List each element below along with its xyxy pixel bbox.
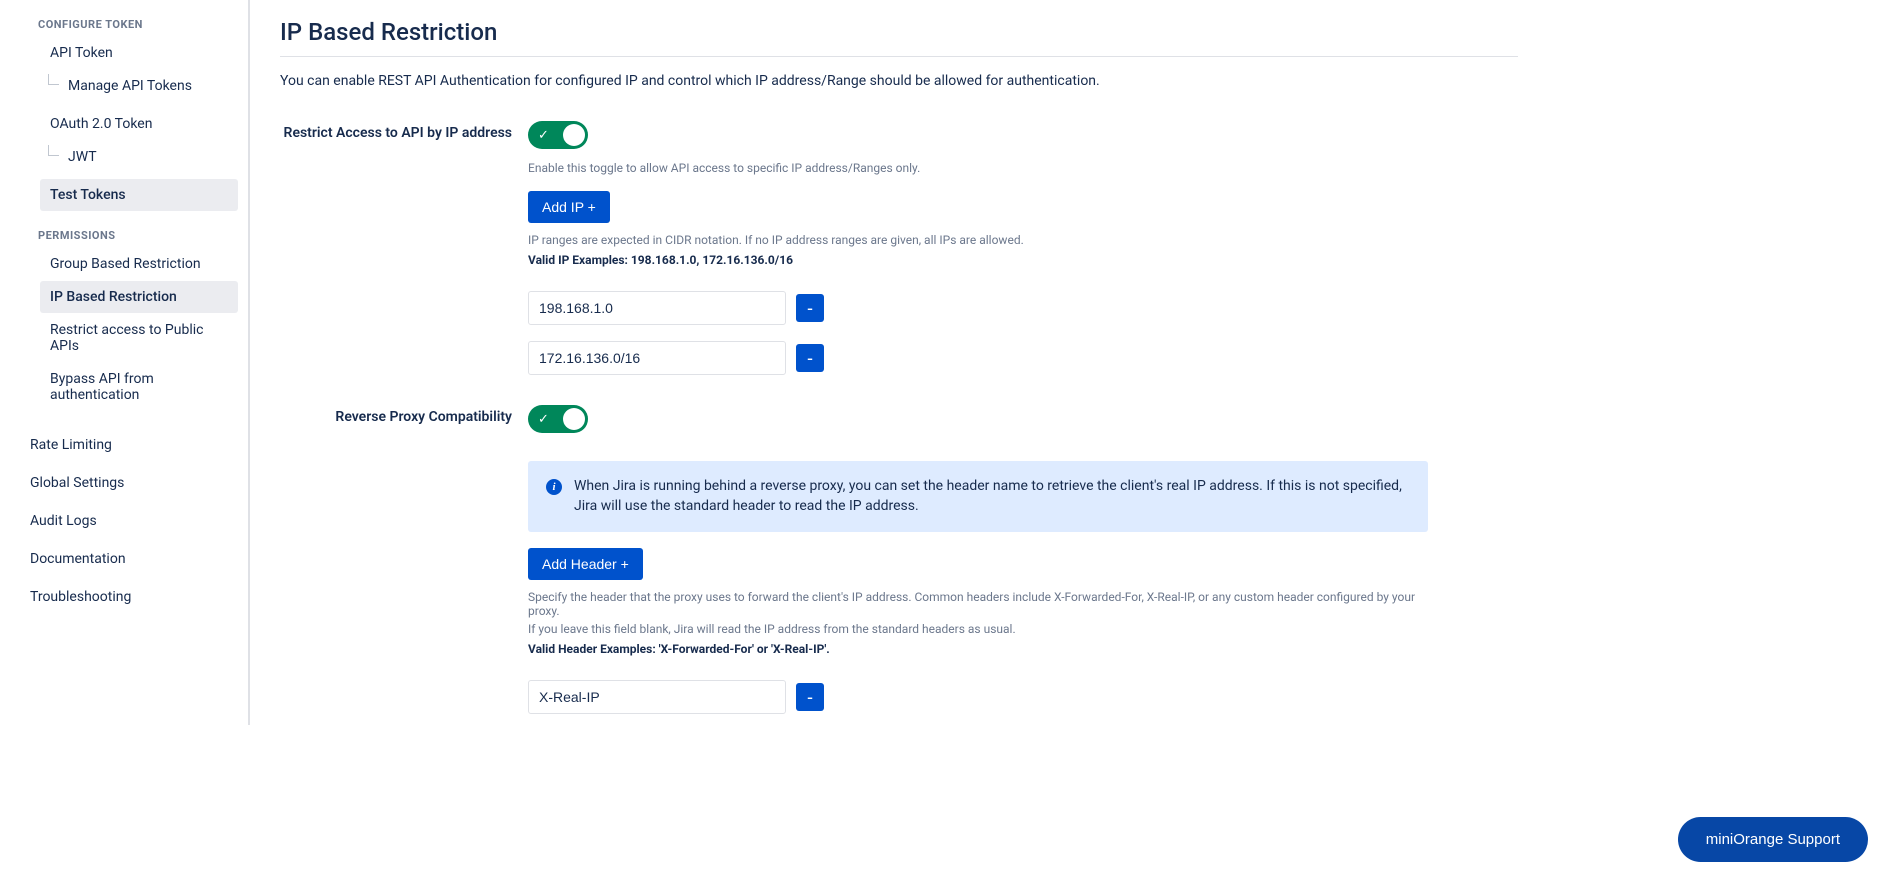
sidebar-item-ip-based-restriction[interactable]: IP Based Restriction [40,281,238,313]
sidebar-item-global-settings[interactable]: Global Settings [30,467,238,499]
sidebar-item-test-tokens[interactable]: Test Tokens [40,179,238,211]
info-text: When Jira is running behind a reverse pr… [574,477,1410,516]
remove-header-button-0[interactable]: - [796,683,824,711]
page-title: IP Based Restriction [280,18,1518,46]
sidebar-item-manage-api-tokens[interactable]: Manage API Tokens [58,70,238,102]
sidebar-item-audit-logs[interactable]: Audit Logs [30,505,238,537]
sidebar-item-api-token[interactable]: API Token [40,37,238,69]
remove-ip-button-1[interactable]: - [796,344,824,372]
sidebar-section-permissions: PERMISSIONS [38,229,238,242]
add-header-button[interactable]: Add Header + [528,548,643,580]
header-help-2: If you leave this field blank, Jira will… [528,622,1428,636]
toggle-knob [563,124,585,146]
remove-ip-button-0[interactable]: - [796,294,824,322]
reverse-proxy-label: Reverse Proxy Compatibility [280,405,528,425]
sidebar-item-rate-limiting[interactable]: Rate Limiting [30,429,238,461]
header-examples-label: Valid Header Examples: 'X-Forwarded-For'… [528,642,1428,656]
sidebar-item-oauth20-token[interactable]: OAuth 2.0 Token [40,108,238,140]
sidebar-item-group-based-restriction[interactable]: Group Based Restriction [40,248,238,280]
sidebar-item-bypass-api[interactable]: Bypass API from authentication [40,363,238,411]
page-description: You can enable REST API Authentication f… [280,73,1518,89]
sidebar-section-configure-token: CONFIGURE TOKEN [38,18,238,31]
main-content: IP Based Restriction You can enable REST… [250,0,1548,725]
sidebar-item-documentation[interactable]: Documentation [30,543,238,575]
reverse-proxy-toggle[interactable]: ✓ [528,405,588,433]
sidebar-item-troubleshooting[interactable]: Troubleshooting [30,581,238,613]
divider [280,56,1518,57]
toggle-knob [563,408,585,430]
info-icon: i [546,479,562,495]
check-icon: ✓ [538,412,549,427]
sidebar-item-jwt[interactable]: JWT [58,141,238,173]
sidebar-item-restrict-public-apis[interactable]: Restrict access to Public APIs [40,314,238,362]
header-input-0[interactable] [528,680,786,714]
sidebar: CONFIGURE TOKEN API Token Manage API Tok… [0,0,250,725]
restrict-access-help: Enable this toggle to allow API access t… [528,161,1428,175]
add-ip-button[interactable]: Add IP + [528,191,610,223]
miniorange-support-button[interactable]: miniOrange Support [1678,817,1868,862]
restrict-access-toggle[interactable]: ✓ [528,121,588,149]
ip-input-1[interactable] [528,341,786,375]
header-help-1: Specify the header that the proxy uses t… [528,590,1428,618]
restrict-access-label: Restrict Access to API by IP address [280,121,528,141]
ip-cidr-help: IP ranges are expected in CIDR notation.… [528,233,1428,247]
ip-input-0[interactable] [528,291,786,325]
ip-examples-label: Valid IP Examples: 198.168.1.0, 172.16.1… [528,253,1428,267]
info-panel: i When Jira is running behind a reverse … [528,461,1428,532]
check-icon: ✓ [538,128,549,143]
